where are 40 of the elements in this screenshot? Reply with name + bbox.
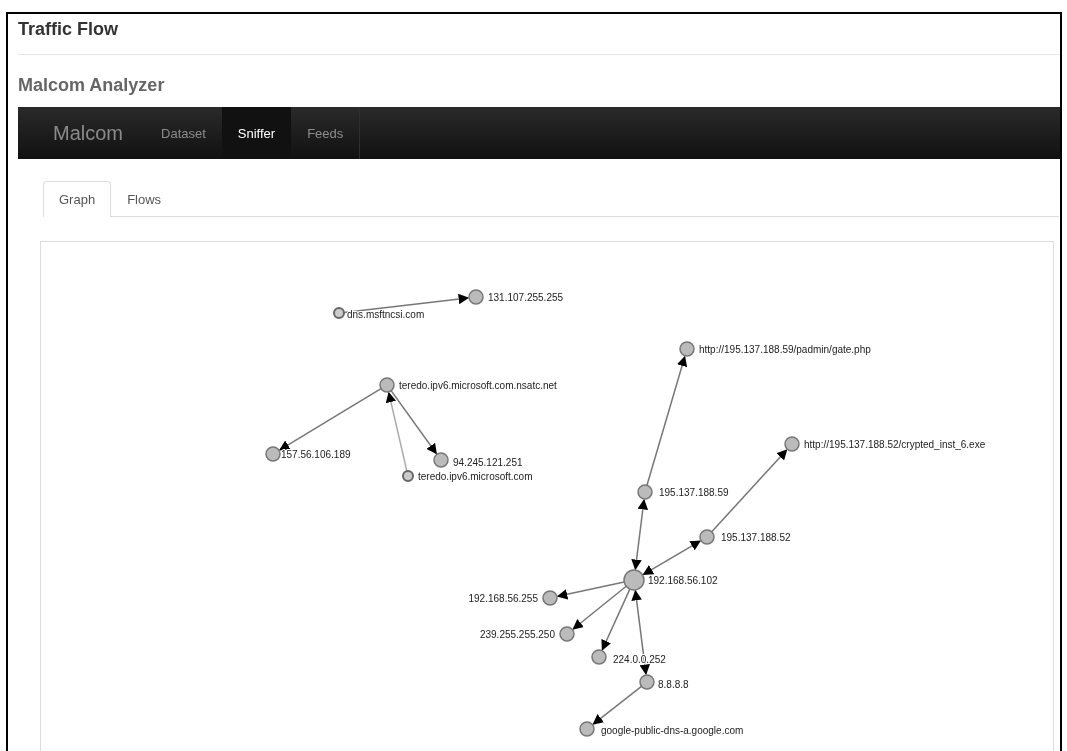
brand-link[interactable]: Malcom bbox=[18, 107, 145, 159]
node-label: http://195.137.188.52/crypted_inst_6.exe bbox=[804, 439, 986, 450]
graph-node[interactable] bbox=[265, 446, 281, 462]
node-label: 239.255.255.250 bbox=[479, 629, 555, 640]
node-label: teredo.ipv6.microsoft.com.nsatc.net bbox=[399, 380, 557, 391]
graph-node[interactable] bbox=[591, 649, 607, 665]
node-label: teredo.ipv6.microsoft.com bbox=[418, 471, 533, 482]
nav-item[interactable]: Feeds bbox=[291, 107, 360, 159]
graph-node[interactable] bbox=[784, 436, 800, 452]
graph-node[interactable] bbox=[333, 307, 345, 319]
node-label: 94.245.121.251 bbox=[453, 457, 523, 468]
graph-node[interactable] bbox=[379, 377, 395, 393]
graph-edge-arrow bbox=[592, 685, 643, 725]
node-label: 8.8.8.8 bbox=[658, 679, 689, 690]
page-title: Traffic Flow bbox=[18, 18, 119, 41]
graph-node[interactable] bbox=[402, 470, 414, 482]
node-label: 131.107.255.255 bbox=[488, 292, 564, 303]
tab[interactable]: Graph bbox=[43, 181, 112, 217]
node-label: 195.137.188.52 bbox=[721, 532, 791, 543]
graph-node[interactable] bbox=[433, 452, 449, 468]
node-label: 192.168.56.255 bbox=[468, 593, 538, 604]
tab[interactable]: Flows bbox=[111, 181, 178, 217]
graph-node[interactable] bbox=[623, 569, 645, 591]
node-label: google-public-dns-a.google.com bbox=[601, 725, 744, 736]
node-label: dns.msftncsi.com bbox=[347, 309, 425, 320]
nav-item[interactable]: Dataset bbox=[145, 107, 222, 159]
graph-node[interactable] bbox=[637, 484, 653, 500]
node-label: http://195.137.188.59/padmin/gate.php bbox=[699, 344, 871, 355]
node-label: 192.168.56.102 bbox=[648, 575, 718, 586]
graph-node[interactable] bbox=[639, 674, 655, 690]
node-label: 224.0.0.252 bbox=[613, 654, 666, 665]
graph-node[interactable] bbox=[699, 529, 715, 545]
graph-node[interactable] bbox=[542, 590, 558, 606]
graph-node[interactable] bbox=[468, 289, 484, 305]
graph-node[interactable] bbox=[559, 626, 575, 642]
graph-node[interactable] bbox=[679, 341, 695, 357]
app-title: Malcom Analyzer bbox=[18, 74, 166, 97]
node-label: 157.56.106.189 bbox=[281, 449, 351, 460]
node-label: 195.137.188.59 bbox=[659, 487, 729, 498]
graph-node[interactable] bbox=[579, 721, 595, 737]
